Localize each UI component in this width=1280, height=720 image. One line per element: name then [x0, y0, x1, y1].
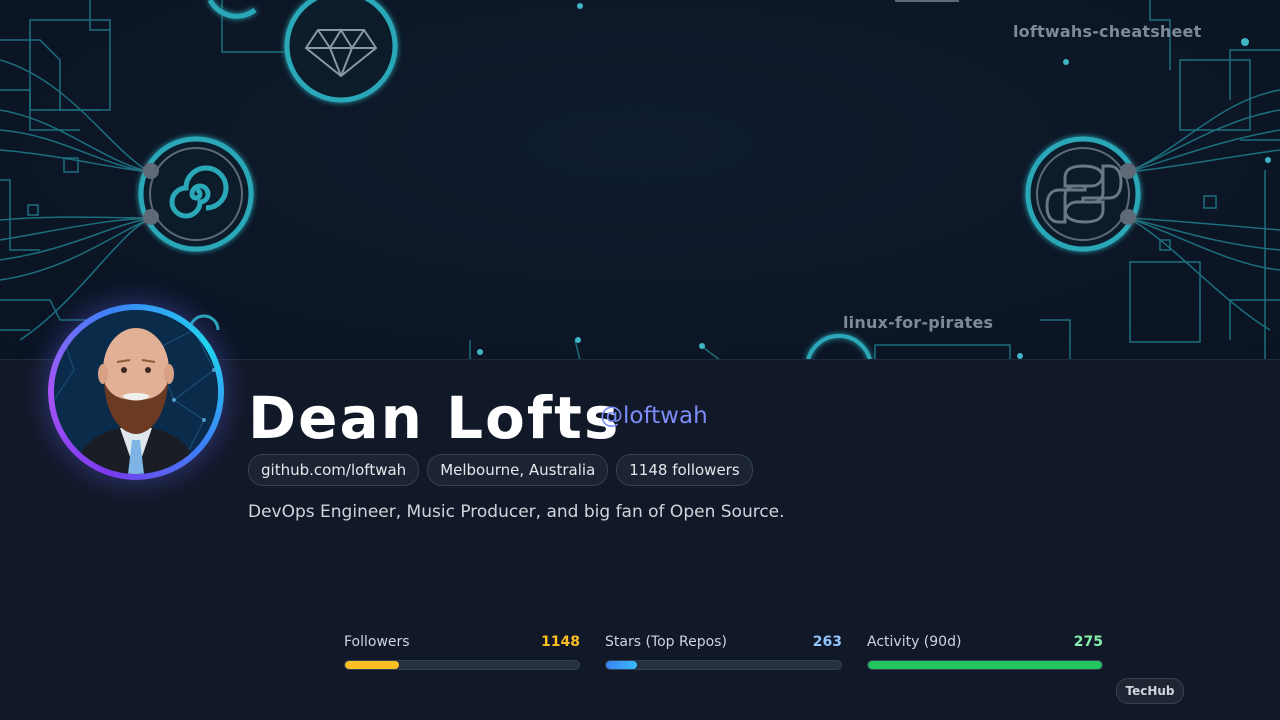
- avatar-photo: [54, 310, 218, 474]
- profile-handle-link[interactable]: @loftwah: [600, 400, 708, 432]
- stat-value: 263: [812, 634, 842, 650]
- banner-label-cheatsheet: loftwahs-cheatsheet: [1013, 22, 1202, 41]
- stat-label: Activity (90d): [867, 634, 962, 650]
- progress-bar: [344, 660, 580, 670]
- github-link-chip[interactable]: github.com/loftwah: [248, 454, 420, 486]
- progress-bar: [867, 660, 1103, 670]
- circuit-background: [0, 0, 1280, 360]
- progress-bar: [605, 660, 842, 670]
- followers-chip: 1148 followers: [616, 454, 753, 486]
- avatar[interactable]: [54, 310, 218, 474]
- profile-bio: DevOps Engineer, Music Producer, and big…: [248, 502, 785, 522]
- progress-fill: [345, 661, 399, 669]
- stat-value: 1148: [541, 634, 580, 650]
- banner-label-linux: linux-for-pirates: [843, 313, 994, 332]
- progress-fill: [868, 661, 1102, 669]
- stat-value: 275: [1073, 634, 1103, 650]
- profile-banner: loftwahs-cheatsheet linux-for-pirates: [0, 0, 1280, 360]
- stat-label: Followers: [344, 634, 410, 650]
- profile-name: Dean Lofts: [248, 384, 621, 452]
- stat-label: Stars (Top Repos): [605, 634, 727, 650]
- profile-chips: github.com/loftwah Melbourne, Australia …: [248, 454, 753, 486]
- techub-badge[interactable]: TecHub: [1116, 678, 1184, 704]
- progress-fill: [606, 661, 637, 669]
- location-chip: Melbourne, Australia: [427, 454, 609, 486]
